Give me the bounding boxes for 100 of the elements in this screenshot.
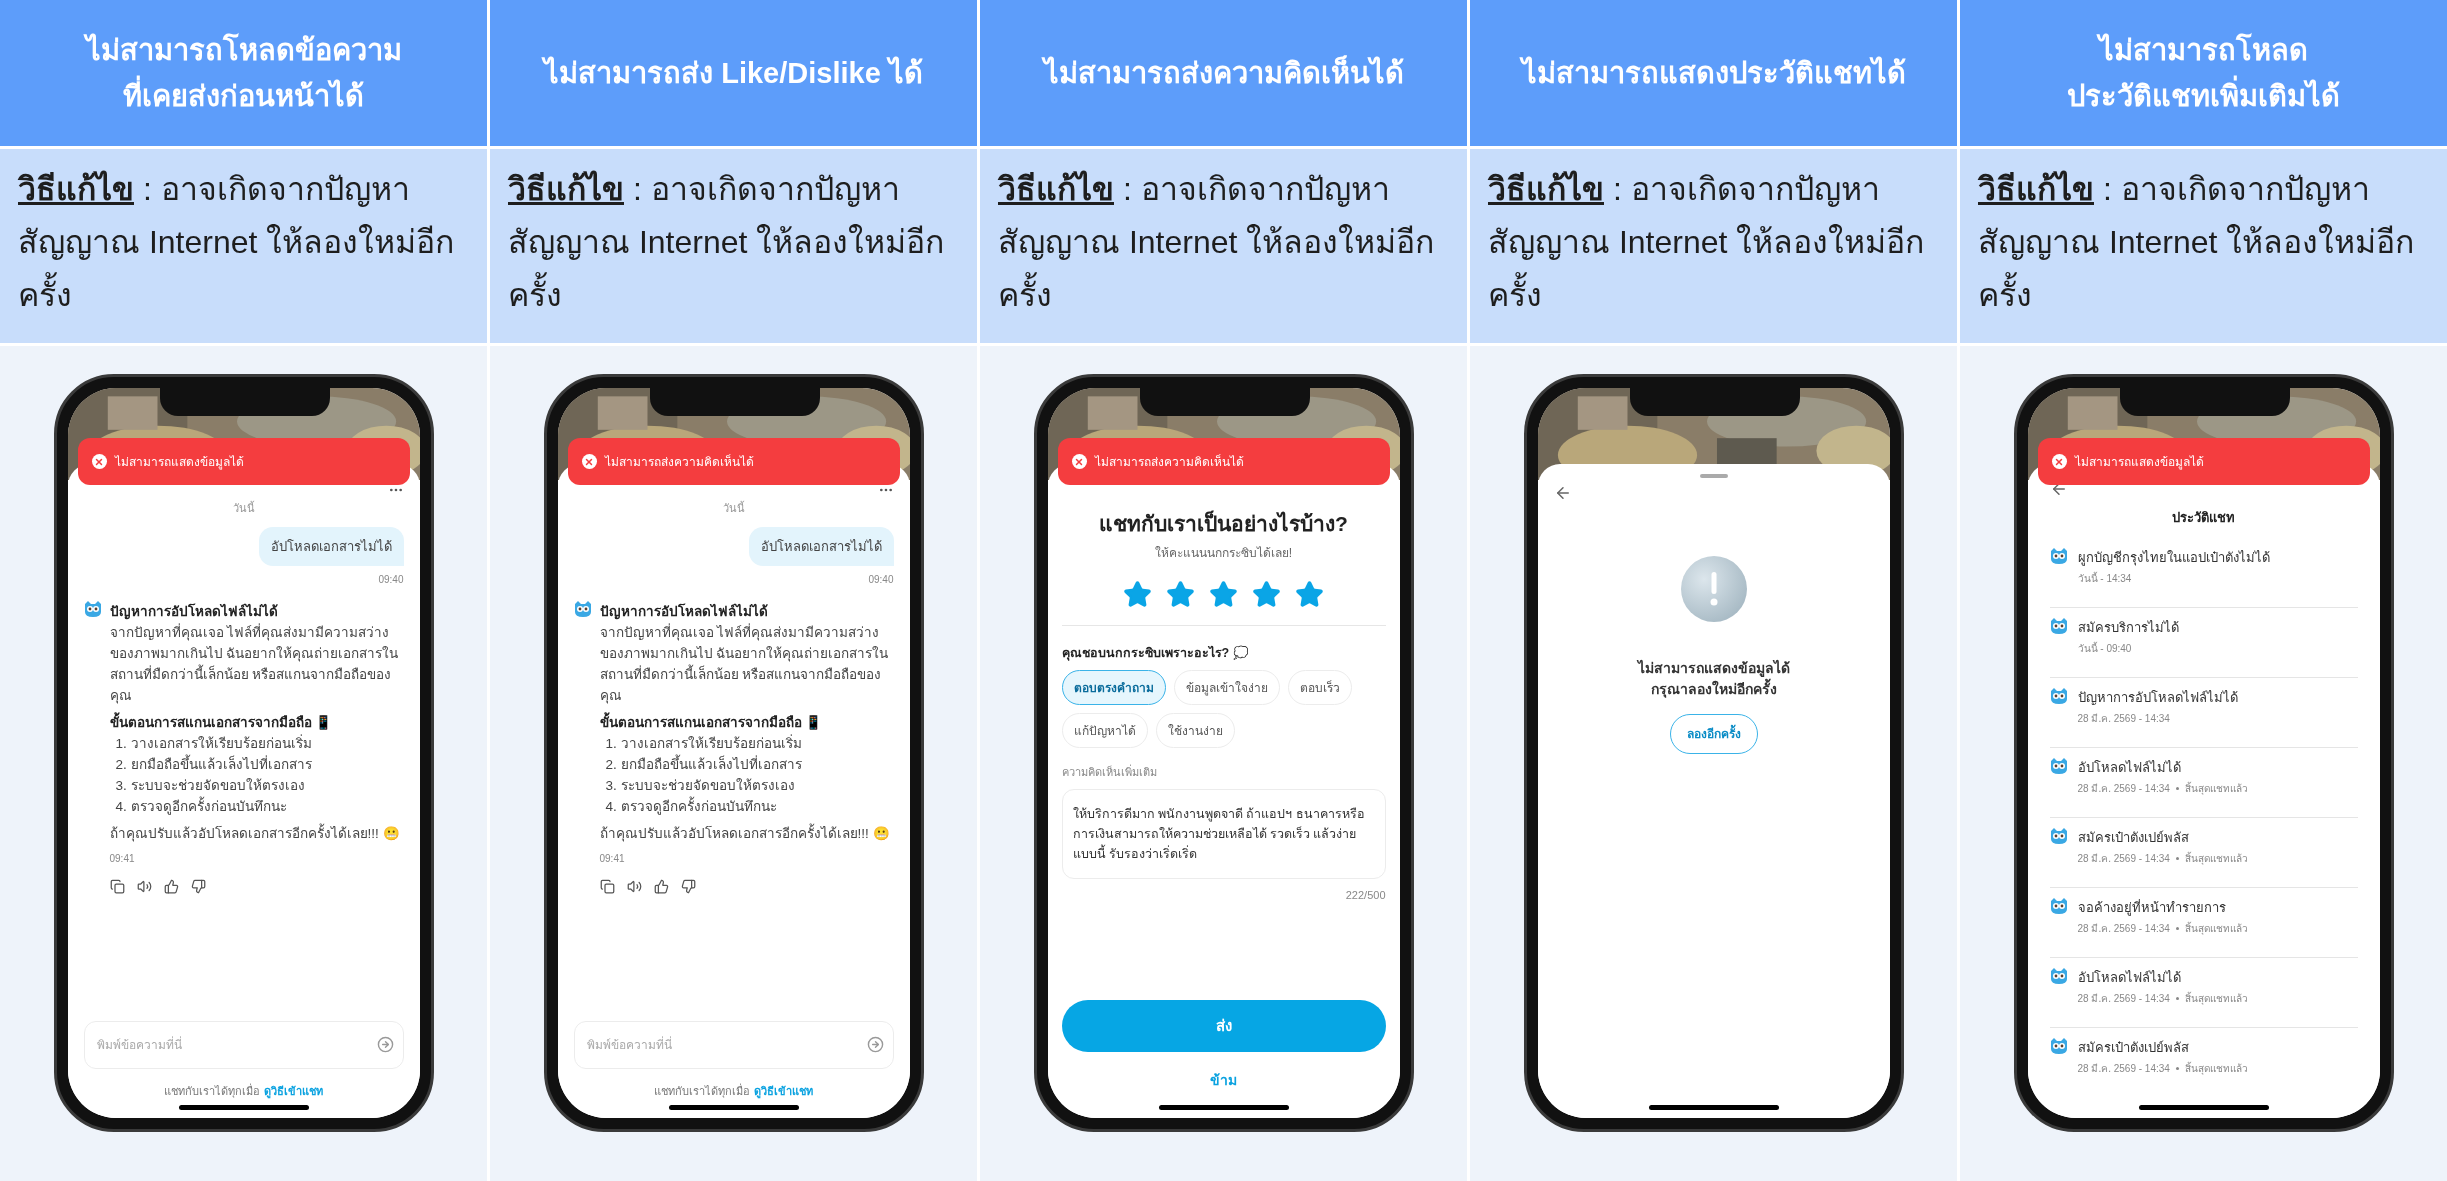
bullet-icon [2175, 787, 2179, 790]
user-message: อัปโหลดเอกสารไม่ได้ [748, 526, 894, 566]
reason-chip[interactable]: ตอบเร็ว [1287, 670, 1352, 706]
message-input[interactable]: พิมพ์ข้อความที่นี่ [83, 1020, 404, 1069]
drag-handle[interactable] [1699, 474, 1728, 478]
close-icon [91, 454, 107, 469]
history-item-date: 28 มี.ค. 2569 - 14:34 [2077, 922, 2170, 936]
thumbs-down-icon[interactable] [190, 879, 206, 894]
history-item-status: สิ้นสุดแชทแล้ว [2184, 851, 2248, 866]
history-item[interactable]: อัปโหลดไฟล์ไม่ได้ 28 มี.ค. 2569 - 14:34 สิ้นสุดแชทแล้ว [2049, 957, 2358, 1028]
footer-text: แชทกับเราได้ทุกเมื่อ [654, 1082, 750, 1099]
thumbs-up-icon[interactable] [163, 879, 179, 894]
history-item[interactable]: อัปโหลดไฟล์ไม่ได้ 28 มี.ค. 2569 - 14:34 สิ้นสุดแชทแล้ว [2049, 747, 2358, 818]
message-input[interactable]: พิมพ์ข้อความที่นี่ [573, 1020, 894, 1069]
header-title: ไม่สามารถโหลดข้อความ [85, 32, 402, 68]
bullet-icon [2175, 927, 2179, 930]
history-item-title: สมัครบริการไม่ได้ [2077, 618, 2179, 637]
history-item-date: 28 มี.ค. 2569 - 14:34 [2077, 782, 2170, 796]
bot-message: ถ้าคุณปรับแล้วอัปโหลดเอกสารอีกครั้งได้เลย!!! 😬 [109, 823, 404, 844]
message-time: 09:41 [599, 852, 626, 866]
copy-icon[interactable] [109, 879, 125, 894]
character-counter: 222/500 [1345, 887, 1386, 903]
history-item-date: 28 มี.ค. 2569 - 14:34 [2077, 1062, 2170, 1076]
bird-icon [2049, 617, 2068, 634]
error-message: ไม่สามารถแสดงข้อมูลได้ [1637, 659, 1790, 678]
history-item[interactable]: จอค้างอยู่ที่หน้าทำรายการ 28 มี.ค. 2569 - 14:34 สิ้นสุดแชทแล้ว [2049, 887, 2358, 958]
history-item-status: สิ้นสุดแชทแล้ว [2184, 1061, 2248, 1076]
history-item-date: วันนี้ - 14:34 [2077, 571, 2132, 586]
message-time: 09:41 [109, 852, 136, 866]
toast-message: ไม่สามารถแสดงข้อมูลได้ [2074, 453, 2204, 471]
bullet-icon [2175, 1067, 2179, 1070]
history-item-status: สิ้นสุดแชทแล้ว [2184, 991, 2248, 1006]
history-item-date: วันนี้ - 09:40 [2077, 641, 2132, 656]
date-label: วันนี้ [722, 500, 745, 516]
star-icon[interactable] [1252, 579, 1281, 609]
star-icon[interactable] [1209, 579, 1238, 609]
history-title: ประวัติแชท [2172, 509, 2235, 527]
toast-message: ไม่สามารถส่งความคิดเห็นได้ [604, 453, 754, 471]
user-message: อัปโหลดเอกสารไม่ได้ [258, 526, 404, 566]
toast-message: ไม่สามารถแสดงข้อมูลได้ [114, 453, 244, 471]
history-item-title: อัปโหลดไฟล์ไม่ได้ [2077, 758, 2182, 777]
bullet-icon [2175, 857, 2179, 860]
question-label: คุณชอบนกกระซิบเพราะอะไร? 💭 [1061, 644, 1250, 663]
bot-message: ถ้าคุณปรับแล้วอัปโหลดเอกสารอีกครั้งได้เลย!!! 😬 [599, 823, 894, 844]
reason-chip[interactable]: ใช้งานง่าย [1155, 713, 1235, 749]
send-icon[interactable] [376, 1035, 394, 1053]
speaker-icon[interactable] [136, 879, 152, 894]
comment-label: ความคิดเห็นเพิ่มเติม [1061, 764, 1158, 781]
step-item: 3. ระบบจะช่วยจัดขอบให้ตรงเอง [604, 777, 796, 795]
star-icon[interactable] [1166, 579, 1195, 609]
reason-chip[interactable]: แก้ปัญหาได้ [1061, 713, 1148, 749]
history-item-title: สมัครเป๋าตังเปย์พลัส [2077, 828, 2190, 847]
history-item-title: สมัครเป๋าตังเปย์พลัส [2077, 1038, 2190, 1057]
fix-text: วิธีแก้ไข : อาจเกิดจากปัญหาสัญญาณ Internet ให้ลองใหม่อีกครั้ง [18, 169, 456, 315]
history-item-status: สิ้นสุดแชทแล้ว [2184, 781, 2248, 796]
history-item[interactable]: สมัครบริการไม่ได้ วันนี้ - 09:40 [2049, 607, 2358, 678]
bird-icon [2049, 687, 2068, 704]
close-icon [1071, 454, 1087, 469]
history-item[interactable]: สมัครเป๋าตังเปย์พลัส 28 มี.ค. 2569 - 14:34 สิ้นสุดแชทแล้ว [2049, 1027, 2358, 1098]
reason-chip[interactable]: ข้อมูลเข้าใจง่าย [1173, 670, 1280, 706]
step-item: 1. วางเอกสารให้เรียบร้อยก่อนเริ่ม [114, 733, 313, 753]
history-item-title: จอค้างอยู่ที่หน้าทำรายการ [2077, 898, 2227, 917]
history-item[interactable]: สมัครเป๋าตังเปย์พลัส 28 มี.ค. 2569 - 14:34 สิ้นสุดแชทแล้ว [2049, 817, 2358, 888]
bot-message: จากปัญหาที่คุณเจอ ไฟล์ที่คุณส่งมามีความสว่างของภาพมากเกินไป ฉันอยากให้คุณถ่ายเอกสารในสถานที่มืดกว่านี้เล็กน้อย หรือสแกนจากมือถือของคุณ [599, 622, 890, 706]
fix-text: วิธีแก้ไข : อาจเกิดจากปัญหาสัญญาณ Internet ให้ลองใหม่อีกครั้ง [1488, 169, 1926, 315]
history-item[interactable]: ผูกบัญชีกรุงไทยในแอปเป๋าตังไม่ได้ วันนี้ - 14:34 [2049, 537, 2358, 608]
history-item-title: ผูกบัญชีกรุงไทยในแอปเป๋าตังไม่ได้ [2077, 548, 2270, 567]
history-item-title: ปัญหาการอัปโหลดไฟล์ไม่ได้ [2077, 688, 2238, 707]
history-item-status: สิ้นสุดแชทแล้ว [2184, 921, 2248, 936]
message-time: 09:40 [378, 573, 404, 587]
bot-title: ปัญหาการอัปโหลดไฟล์ไม่ได้ [109, 602, 279, 622]
star-icon[interactable] [1295, 579, 1324, 609]
star-rating[interactable] [1123, 579, 1324, 609]
step-item: 2. ยกมือถือขึ้นแล้วเล็งไปที่เอกสาร [109, 754, 404, 775]
history-item-title: อัปโหลดไฟล์ไม่ได้ [2077, 968, 2182, 987]
bot-title: ปัญหาการอัปโหลดไฟล์ไม่ได้ [599, 602, 769, 622]
star-icon[interactable] [1123, 579, 1152, 609]
step-item: 4. ตรวจดูอีกครั้งก่อนบันทึกนะ [599, 796, 894, 817]
copy-icon[interactable] [599, 879, 615, 894]
speaker-icon[interactable] [626, 879, 642, 894]
bird-icon [2049, 967, 2068, 984]
date-label: วันนี้ [232, 500, 255, 516]
step-item: 3. ระบบจะช่วยจัดขอบให้ตรงเอง [114, 777, 306, 795]
reason-chip[interactable]: ตอบตรงคำถาม [1061, 670, 1166, 706]
comment-field[interactable]: ให้บริการดีมาก พนักงานพูดจาดี ถ้าแอปฯ ธนาคารหรือการเงินสามารถให้ความช่วยเหลือได้ รวดเร็ว แล้วง่ายแบบนี้ รับรองว่าเริ่ดเริ่ด [1061, 788, 1386, 879]
header-title: ไม่สามารถแสดงประวัติแชทได้ [1521, 55, 1906, 91]
thumbs-up-icon[interactable] [653, 879, 669, 894]
bird-icon [83, 601, 102, 617]
fix-text: วิธีแก้ไข : อาจเกิดจากปัญหาสัญญาณ Internet ให้ลองใหม่อีกครั้ง [998, 169, 1436, 315]
close-icon [2051, 454, 2067, 469]
history-item-date: 28 มี.ค. 2569 - 14:34 [2077, 712, 2170, 726]
error-message: กรุณาลองใหม่อีกครั้ง [1650, 679, 1777, 700]
thumbs-down-icon[interactable] [680, 879, 696, 894]
message-time: 09:40 [868, 573, 894, 587]
send-icon[interactable] [866, 1035, 884, 1053]
history-item-date: 28 มี.ค. 2569 - 14:34 [2077, 852, 2170, 866]
bird-icon [2049, 757, 2068, 774]
fix-text: วิธีแก้ไข : อาจเกิดจากปัญหาสัญญาณ Internet ให้ลองใหม่อีกครั้ง [1978, 169, 2416, 315]
close-icon [581, 454, 597, 469]
history-item[interactable]: ปัญหาการอัปโหลดไฟล์ไม่ได้ 28 มี.ค. 2569 - 14:34 [2049, 677, 2358, 748]
